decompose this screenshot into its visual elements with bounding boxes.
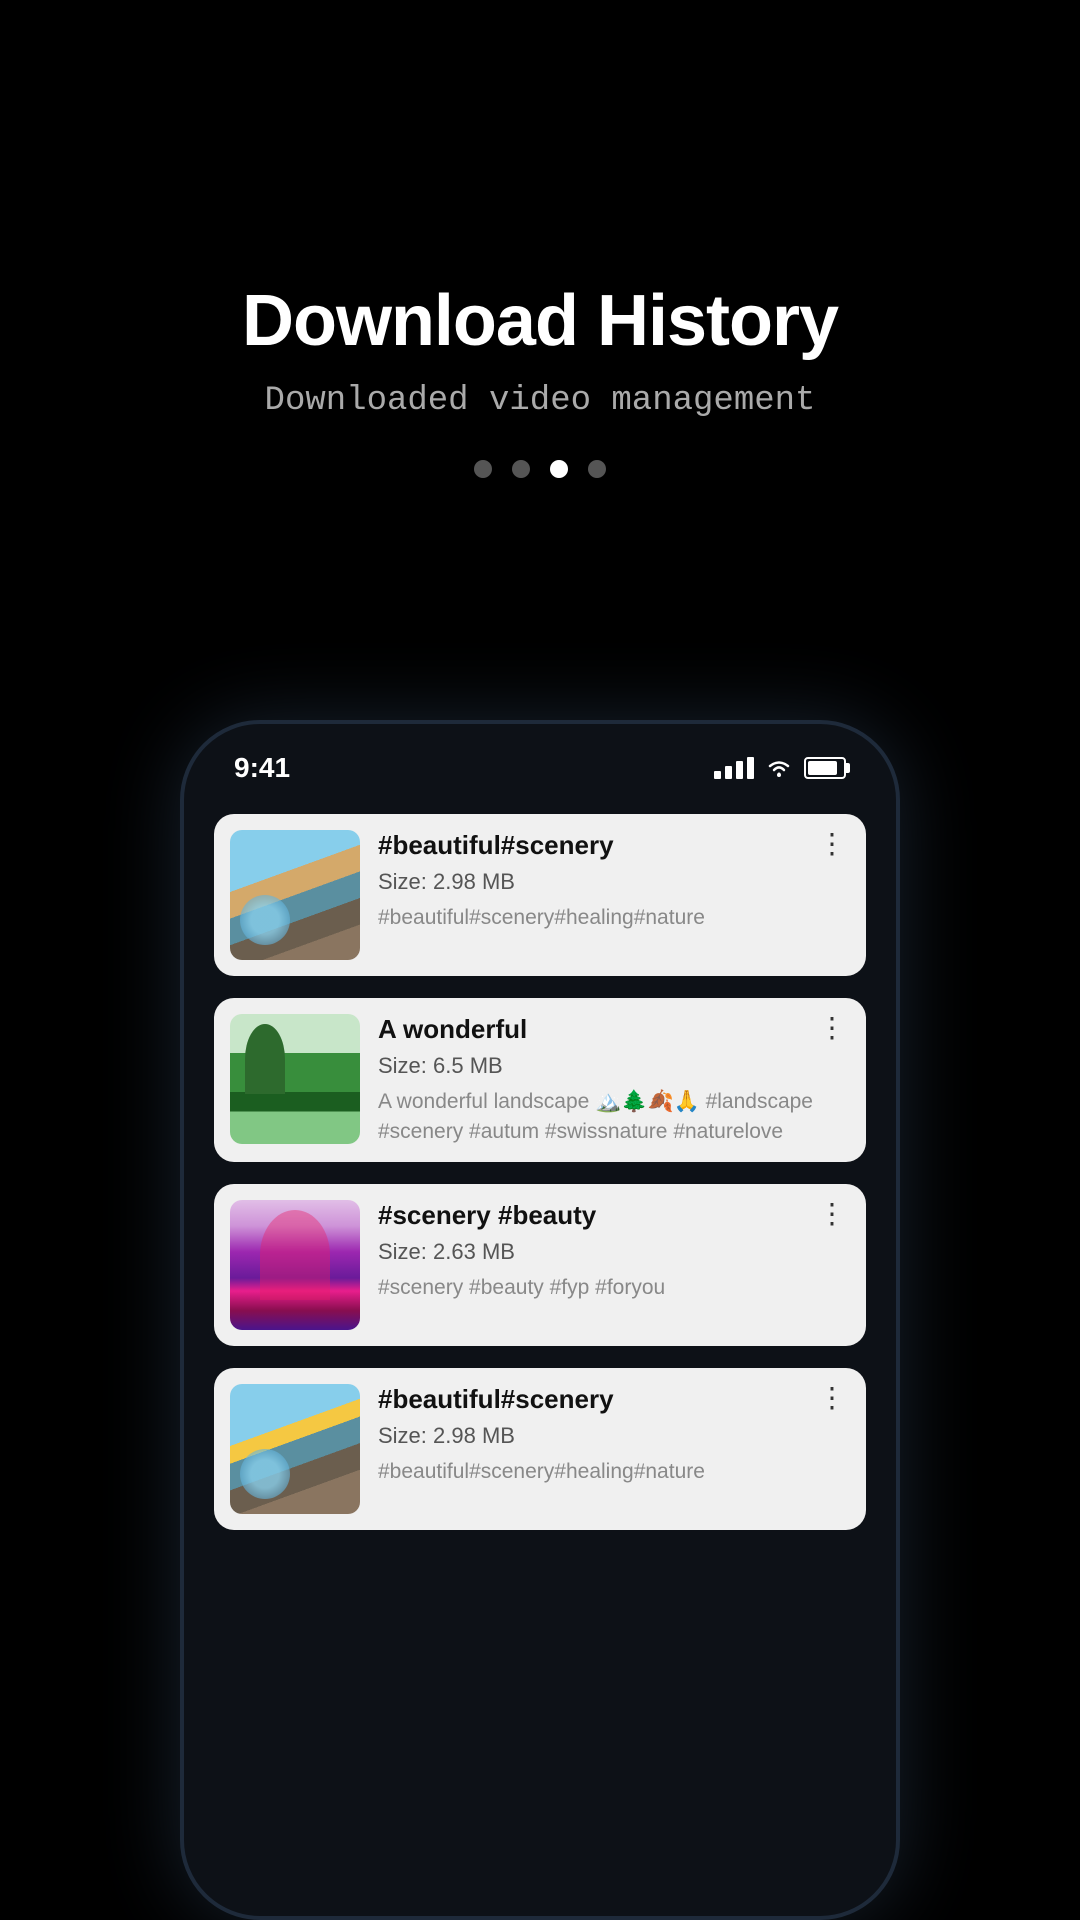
list-item[interactable]: #beautiful#scenery ⋮ Size: 2.98 MB #beau… [214,814,866,976]
battery-fill [808,761,837,775]
video-title-row: #beautiful#scenery ⋮ [378,1384,850,1415]
video-size: Size: 2.63 MB [378,1239,850,1265]
battery-icon [804,757,846,779]
more-options-button[interactable]: ⋮ [814,1384,850,1412]
dot-1[interactable] [474,460,492,478]
dot-4[interactable] [588,460,606,478]
video-info: #scenery #beauty ⋮ Size: 2.63 MB #scener… [378,1200,850,1303]
list-item[interactable]: #scenery #beauty ⋮ Size: 2.63 MB #scener… [214,1184,866,1346]
more-options-button[interactable]: ⋮ [814,1200,850,1228]
video-title-row: A wonderful ⋮ [378,1014,850,1045]
list-item[interactable]: A wonderful ⋮ Size: 6.5 MB A wonderful l… [214,998,866,1162]
list-item[interactable]: #beautiful#scenery ⋮ Size: 2.98 MB #beau… [214,1368,866,1530]
phone-mockup: 9:41 [180,720,900,1920]
status-time: 9:41 [234,752,290,784]
video-thumbnail [230,830,360,960]
video-size: Size: 2.98 MB [378,869,850,895]
dot-2[interactable] [512,460,530,478]
page-title: Download History [242,280,838,362]
status-icons [714,757,846,779]
video-title-row: #scenery #beauty ⋮ [378,1200,850,1231]
video-thumbnail [230,1384,360,1514]
video-tags: #beautiful#scenery#healing#nature [378,1457,850,1486]
video-title: #beautiful#scenery [378,830,614,861]
video-title: A wonderful [378,1014,527,1045]
phone-frame: 9:41 [180,720,900,1920]
video-title: #scenery #beauty [378,1200,596,1231]
video-size: Size: 6.5 MB [378,1053,850,1079]
video-tags: #scenery #beauty #fyp #foryou [378,1273,850,1302]
video-info: A wonderful ⋮ Size: 6.5 MB A wonderful l… [378,1014,850,1146]
wifi-icon [766,758,792,778]
video-tags: #beautiful#scenery#healing#nature [378,903,850,932]
more-options-button[interactable]: ⋮ [814,1014,850,1042]
video-info: #beautiful#scenery ⋮ Size: 2.98 MB #beau… [378,1384,850,1487]
video-tags: A wonderful landscape 🏔️🌲🍂🙏 #landscape #… [378,1087,850,1146]
video-info: #beautiful#scenery ⋮ Size: 2.98 MB #beau… [378,830,850,933]
dot-3[interactable] [550,460,568,478]
video-thumbnail [230,1014,360,1144]
more-options-button[interactable]: ⋮ [814,830,850,858]
hero-section: Download History Downloaded video manage… [0,280,1080,478]
signal-icon [714,757,754,779]
status-bar: 9:41 [184,724,896,794]
video-title-row: #beautiful#scenery ⋮ [378,830,850,861]
page-indicators [474,460,606,478]
video-title: #beautiful#scenery [378,1384,614,1415]
video-thumbnail [230,1200,360,1330]
page-subtitle: Downloaded video management [265,382,816,420]
video-list: #beautiful#scenery ⋮ Size: 2.98 MB #beau… [184,794,896,1550]
video-size: Size: 2.98 MB [378,1423,850,1449]
